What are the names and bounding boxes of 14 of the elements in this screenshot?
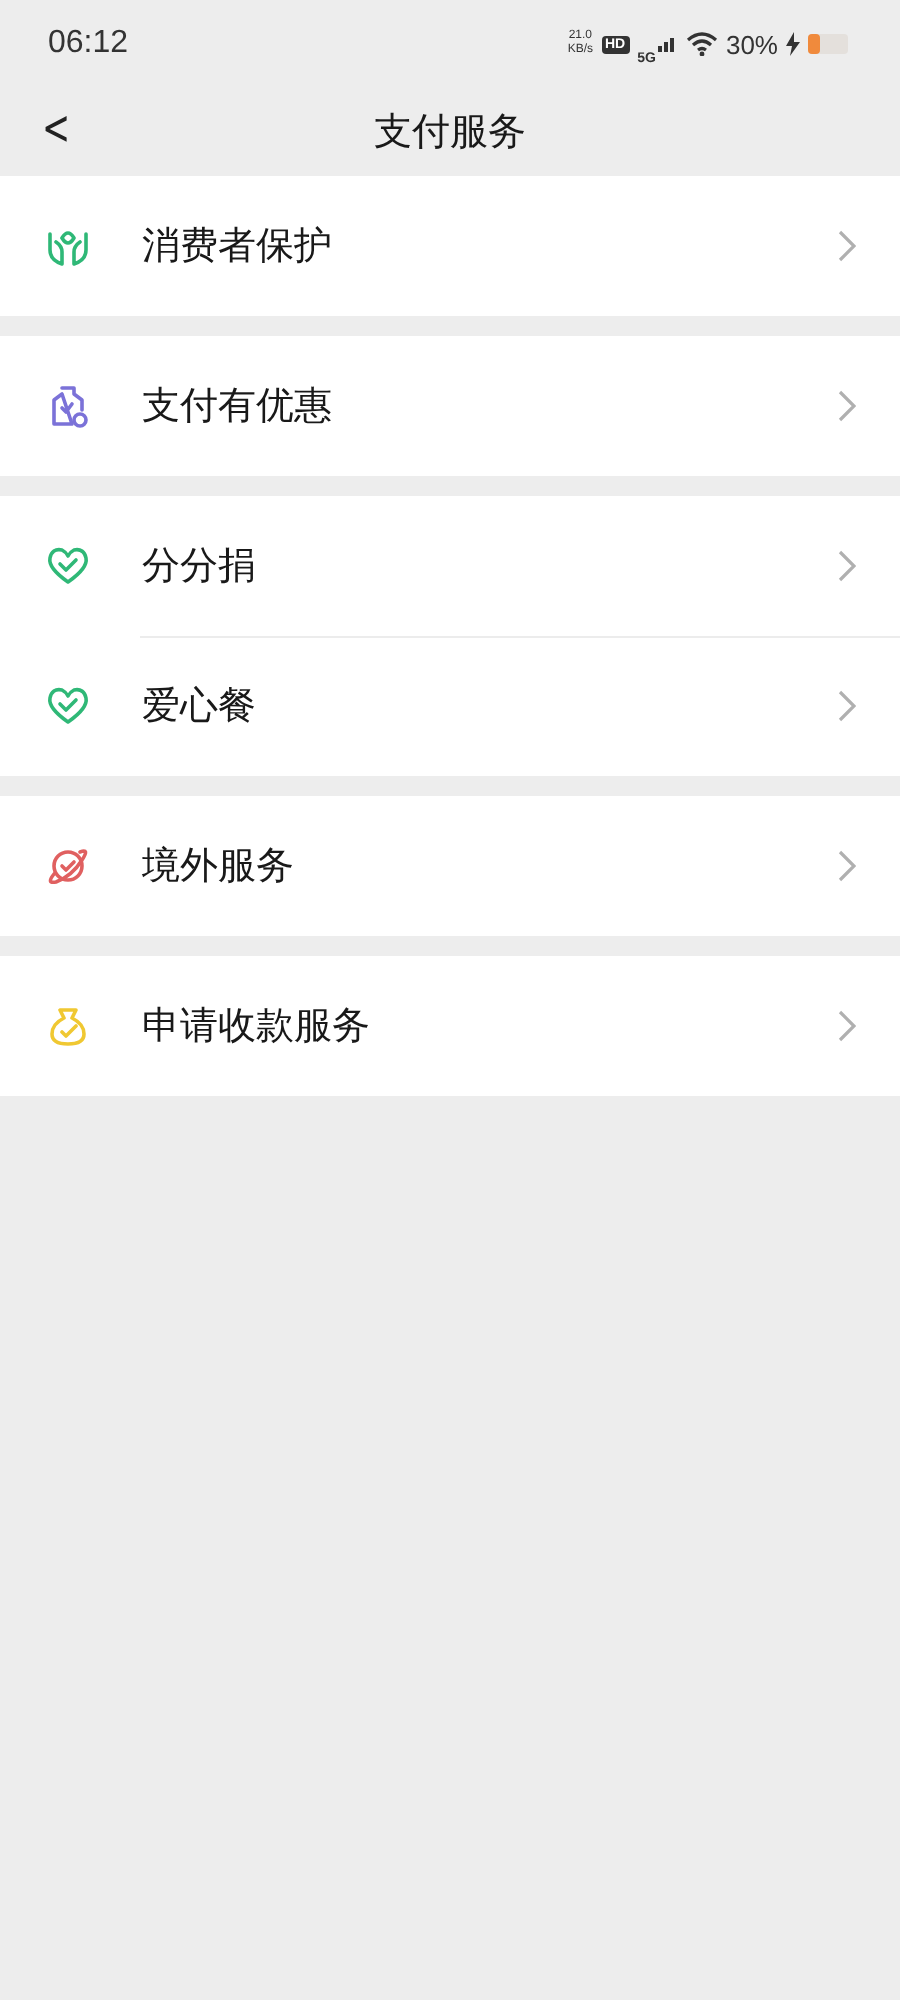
battery-percent: 30% (725, 29, 778, 59)
signal-icon (657, 36, 678, 52)
chevron-right-icon (838, 390, 856, 422)
status-time: 06:12 (48, 26, 129, 62)
battery-icon (808, 34, 852, 54)
chevron-right-icon (838, 850, 856, 882)
chevron-right-icon (838, 1010, 856, 1042)
charging-icon (786, 32, 800, 56)
chevron-right-icon (838, 230, 856, 262)
back-button[interactable]: < (33, 100, 79, 156)
chevron-right-icon (838, 550, 856, 582)
wifi-icon (685, 32, 718, 56)
chevron-right-icon (838, 690, 856, 722)
page-title: 支付服务 (374, 108, 526, 158)
